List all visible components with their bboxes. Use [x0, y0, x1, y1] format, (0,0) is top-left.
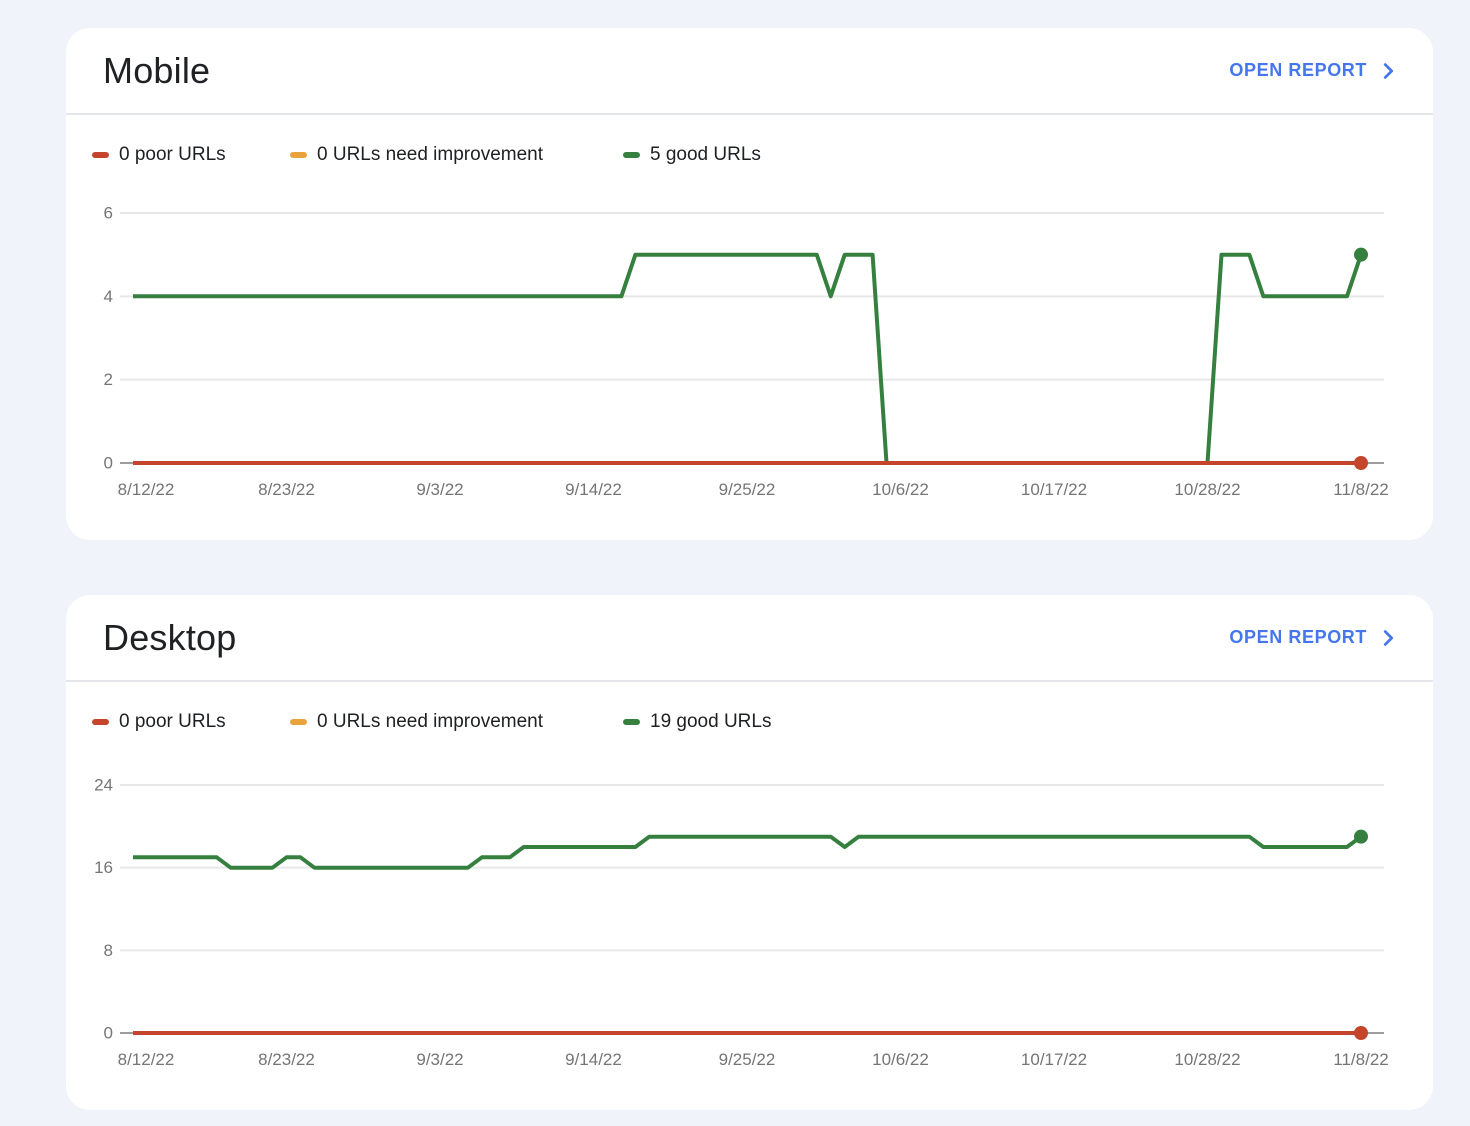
svg-text:8/23/22: 8/23/22	[258, 1050, 315, 1069]
svg-text:8: 8	[104, 941, 113, 960]
svg-text:9/25/22: 9/25/22	[719, 1050, 776, 1069]
legend-item-poor[interactable]: 0 poor URLs	[92, 144, 290, 166]
legend-swatch-needs-improvement	[290, 152, 307, 158]
legend-label-poor: 0 poor URLs	[119, 144, 226, 166]
svg-text:0: 0	[104, 1024, 113, 1043]
desktop-card: 0 8 16 24 8/12/22 8/23/22 9/3/22 9/14/22 9/25/22…	[66, 595, 1433, 1110]
svg-text:9/25/22: 9/25/22	[719, 480, 776, 499]
legend-swatch-poor	[92, 152, 109, 158]
svg-text:0: 0	[104, 454, 113, 473]
svg-text:6: 6	[104, 204, 113, 223]
legend-swatch-good	[623, 152, 640, 158]
svg-text:10/28/22: 10/28/22	[1174, 1050, 1240, 1069]
legend-swatch-poor	[92, 719, 109, 725]
mobile-card: 0 2 4 6 8/12/22 8/23/22 9/3/22 9/14/22 9/25/22 10…	[66, 28, 1433, 540]
legend-label-needs-improvement: 0 URLs need improvement	[317, 711, 543, 733]
legend-item-needs-improvement[interactable]: 0 URLs need improvement	[290, 711, 623, 733]
svg-text:8/12/22: 8/12/22	[118, 480, 175, 499]
mobile-legend: 0 poor URLs 0 URLs need improvement 5 go…	[92, 141, 1407, 169]
svg-text:9/3/22: 9/3/22	[416, 1050, 463, 1069]
svg-text:9/14/22: 9/14/22	[565, 1050, 622, 1069]
svg-text:8/23/22: 8/23/22	[258, 480, 315, 499]
desktop-chart[interactable]: 0 8 16 24 8/12/22 8/23/22 9/3/22 9/14/22 9/25/22…	[66, 595, 1433, 1110]
svg-text:10/17/22: 10/17/22	[1021, 480, 1087, 499]
svg-text:24: 24	[94, 776, 113, 795]
svg-text:10/6/22: 10/6/22	[872, 480, 929, 499]
svg-text:10/28/22: 10/28/22	[1174, 480, 1240, 499]
legend-label-poor: 0 poor URLs	[119, 711, 226, 733]
legend-swatch-needs-improvement	[290, 719, 307, 725]
legend-item-good[interactable]: 19 good URLs	[623, 711, 771, 733]
legend-label-good: 19 good URLs	[650, 711, 771, 733]
legend-swatch-good	[623, 719, 640, 725]
svg-text:9/3/22: 9/3/22	[416, 480, 463, 499]
svg-text:8/12/22: 8/12/22	[118, 1050, 175, 1069]
svg-text:16: 16	[94, 858, 113, 877]
legend-label-good: 5 good URLs	[650, 144, 761, 166]
legend-label-needs-improvement: 0 URLs need improvement	[317, 144, 543, 166]
legend-item-needs-improvement[interactable]: 0 URLs need improvement	[290, 144, 623, 166]
desktop-legend: 0 poor URLs 0 URLs need improvement 19 g…	[92, 708, 1407, 736]
svg-text:11/8/22: 11/8/22	[1333, 1050, 1388, 1069]
svg-text:10/17/22: 10/17/22	[1021, 1050, 1087, 1069]
svg-text:11/8/22: 11/8/22	[1333, 480, 1388, 499]
svg-text:10/6/22: 10/6/22	[872, 1050, 929, 1069]
svg-text:4: 4	[104, 287, 113, 306]
svg-text:9/14/22: 9/14/22	[565, 480, 622, 499]
legend-item-poor[interactable]: 0 poor URLs	[92, 711, 290, 733]
svg-text:2: 2	[104, 370, 113, 389]
mobile-chart[interactable]: 0 2 4 6 8/12/22 8/23/22 9/3/22 9/14/22 9/25/22 10…	[66, 28, 1433, 540]
legend-item-good[interactable]: 5 good URLs	[623, 144, 761, 166]
